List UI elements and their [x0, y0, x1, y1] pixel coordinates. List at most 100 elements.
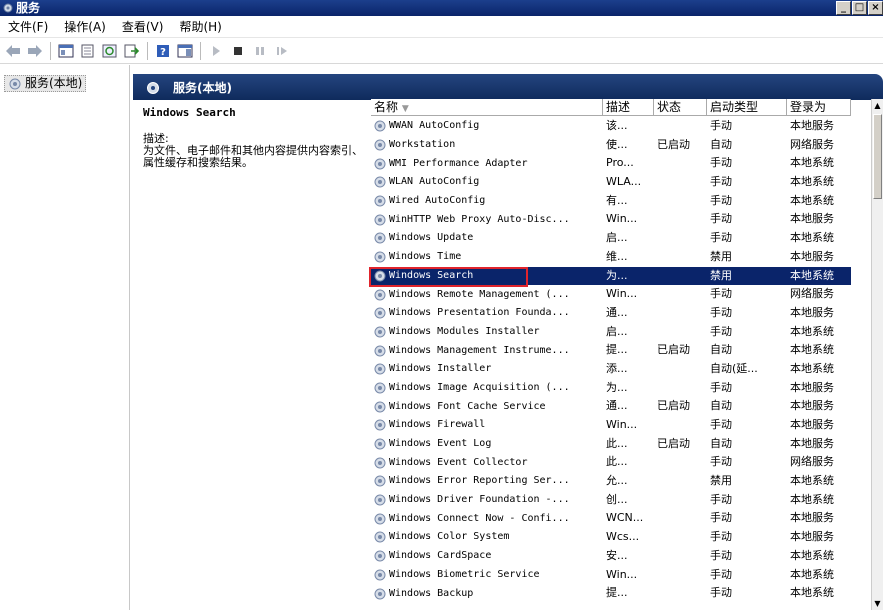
service-logon-cell: 本地服务	[790, 212, 834, 226]
service-status-cell	[654, 173, 707, 192]
service-description-cell: 此...	[606, 436, 628, 450]
column-header-logon-as[interactable]: 登录为	[787, 99, 851, 116]
service-logon-cell: 本地服务	[790, 380, 834, 394]
service-name-cell: Windows Installer	[371, 360, 603, 379]
table-row[interactable]: Windows Event Log 此... 已启动 自动 本地服务	[371, 435, 851, 454]
table-row[interactable]: Windows Presentation Founda... 通... 手动 本地服务	[371, 304, 851, 323]
service-name-cell: Windows Event Collector	[371, 453, 603, 472]
service-name-cell: Windows Color System	[371, 528, 603, 547]
help-icon[interactable]: ?	[153, 41, 173, 61]
services-gear-icon	[9, 78, 21, 89]
service-gear-icon	[374, 588, 386, 600]
service-status-cell	[654, 416, 707, 435]
table-row[interactable]: Windows Firewall Win... 手动 本地服务	[371, 416, 851, 435]
service-name: Windows Color System	[389, 531, 510, 543]
scroll-up-icon[interactable]: ▲	[872, 99, 883, 112]
stop-service-icon[interactable]	[228, 41, 248, 61]
table-row[interactable]: Windows Biometric Service Win... 手动 本地系统	[371, 566, 851, 585]
menu-file[interactable]: 文件(F)	[0, 17, 56, 37]
table-row[interactable]: Windows Search 为... 禁用 本地系统	[369, 266, 851, 287]
service-name-cell: Windows Remote Management (...	[371, 285, 603, 304]
list-header: 名称 ▼ 描述 状态 启动类型 登录为	[371, 99, 851, 116]
service-gear-icon	[374, 139, 386, 151]
column-header-startup-type[interactable]: 启动类型	[707, 99, 787, 116]
table-row[interactable]: Windows Connect Now - Confi... WCN... 手动 本地…	[371, 509, 851, 528]
table-row[interactable]: Windows Remote Management (... Win... 手动 网络…	[371, 285, 851, 304]
refresh-icon[interactable]	[100, 41, 120, 61]
table-row[interactable]: Windows Image Acquisition (... 为... 手动 本地服务	[371, 379, 851, 398]
service-gear-icon	[374, 214, 386, 226]
table-row[interactable]: Windows Driver Foundation -... 创... 手动 本地系统	[371, 491, 851, 510]
service-gear-icon	[374, 158, 386, 170]
table-row[interactable]: WWAN AutoConfig 该... 手动 本地服务	[371, 117, 851, 136]
table-row[interactable]: Windows Error Reporting Ser... 允... 禁用 本地系统	[371, 472, 851, 491]
maximize-button[interactable]: □	[852, 1, 867, 15]
service-name: Wired AutoConfig	[389, 195, 486, 207]
service-name: WMI Performance Adapter	[389, 157, 528, 169]
table-row[interactable]: Windows Font Cache Service 通... 已启动 自动 本地服务	[371, 397, 851, 416]
table-row[interactable]: Windows Backup 提... 手动 本地系统	[371, 584, 851, 603]
show-hide-console-tree-icon[interactable]	[56, 41, 76, 61]
menu-view[interactable]: 查看(V)	[114, 17, 172, 37]
service-name-cell: WLAN AutoConfig	[371, 173, 603, 192]
toolbar-separator	[200, 41, 201, 60]
service-status-cell	[654, 229, 707, 248]
pause-service-icon[interactable]	[250, 41, 270, 61]
column-header-name[interactable]: 名称 ▼	[371, 99, 603, 116]
table-row[interactable]: Workstation 使... 已启动 自动 网络服务	[371, 136, 851, 155]
table-row[interactable]: Wired AutoConfig 有... 手动 本地系统	[371, 192, 851, 211]
service-description-cell: Win...	[606, 418, 638, 431]
start-service-icon[interactable]	[206, 41, 226, 61]
properties-icon[interactable]	[78, 41, 98, 61]
forward-arrow-icon[interactable]	[25, 41, 45, 61]
restart-service-icon[interactable]	[272, 41, 292, 61]
scroll-thumb[interactable]	[873, 114, 882, 199]
service-name-cell: Windows Presentation Founda...	[371, 304, 603, 323]
service-gear-icon	[374, 232, 386, 244]
service-description-cell: 安...	[606, 548, 628, 562]
table-row[interactable]: Windows Installer 添... 自动(延... 本地系统	[371, 360, 851, 379]
service-description-cell: 该...	[606, 119, 628, 132]
table-row[interactable]: Windows Time 维... 禁用 本地服务	[371, 248, 851, 267]
close-button[interactable]: ×	[868, 1, 883, 15]
back-arrow-icon[interactable]	[3, 41, 23, 61]
vertical-scrollbar[interactable]: ▲ ▼	[871, 99, 883, 610]
service-name: Workstation	[389, 139, 456, 151]
service-status-cell	[654, 491, 707, 510]
table-row[interactable]: Windows CardSpace 安... 手动 本地系统	[371, 547, 851, 566]
table-row[interactable]: Windows Event Collector 此... 手动 网络服务	[371, 453, 851, 472]
service-description-cell: 为...	[606, 380, 628, 394]
scroll-down-icon[interactable]: ▼	[872, 597, 883, 610]
table-row[interactable]: Windows Modules Installer 启... 手动 本地系统	[371, 323, 851, 342]
column-header-status[interactable]: 状态	[654, 99, 707, 116]
table-row[interactable]: WMI Performance Adapter Pro... 手动 本地系统	[371, 154, 851, 173]
service-name-cell: Workstation	[371, 136, 603, 155]
service-gear-icon	[374, 494, 386, 506]
service-name: WinHTTP Web Proxy Auto-Disc...	[389, 213, 570, 225]
pane-header: 服务(本地)	[133, 74, 883, 100]
minimize-button[interactable]: _	[836, 1, 851, 15]
table-row[interactable]: WLAN AutoConfig WLA... 手动 本地系统	[371, 173, 851, 192]
table-row[interactable]: WinHTTP Web Proxy Auto-Disc... Win... 手动 本地…	[371, 210, 851, 229]
service-startup-cell: 手动	[710, 455, 732, 469]
menu-action[interactable]: 操作(A)	[56, 17, 114, 37]
column-header-description[interactable]: 描述	[603, 99, 654, 116]
service-name-cell: Windows Firewall	[371, 416, 603, 435]
menu-help[interactable]: 帮助(H)	[171, 17, 229, 37]
service-status-cell	[654, 154, 707, 173]
table-row[interactable]: Windows Update 启... 手动 本地系统	[371, 229, 851, 248]
service-description-cell: WLA...	[606, 175, 642, 189]
service-name: Windows Presentation Founda...	[389, 307, 570, 319]
tree-item-services-local[interactable]: 服务(本地)	[4, 75, 87, 92]
table-row[interactable]: Windows Management Instrume... 提... 已启动 自动 本…	[371, 341, 851, 360]
service-name: Windows Installer	[389, 363, 492, 375]
show-action-pane-icon[interactable]	[175, 41, 195, 61]
export-list-icon[interactable]	[122, 41, 142, 61]
service-logon-cell: 本地系统	[790, 156, 834, 170]
menu-bar: 文件(F) 操作(A) 查看(V) 帮助(H)	[0, 16, 883, 38]
service-name: Windows Firewall	[389, 419, 486, 431]
service-name-cell: Windows Image Acquisition (...	[371, 379, 603, 398]
service-gear-icon	[374, 120, 386, 132]
service-name-cell: Windows Backup	[371, 584, 603, 603]
table-row[interactable]: Windows Color System Wcs... 手动 本地服务	[371, 528, 851, 547]
